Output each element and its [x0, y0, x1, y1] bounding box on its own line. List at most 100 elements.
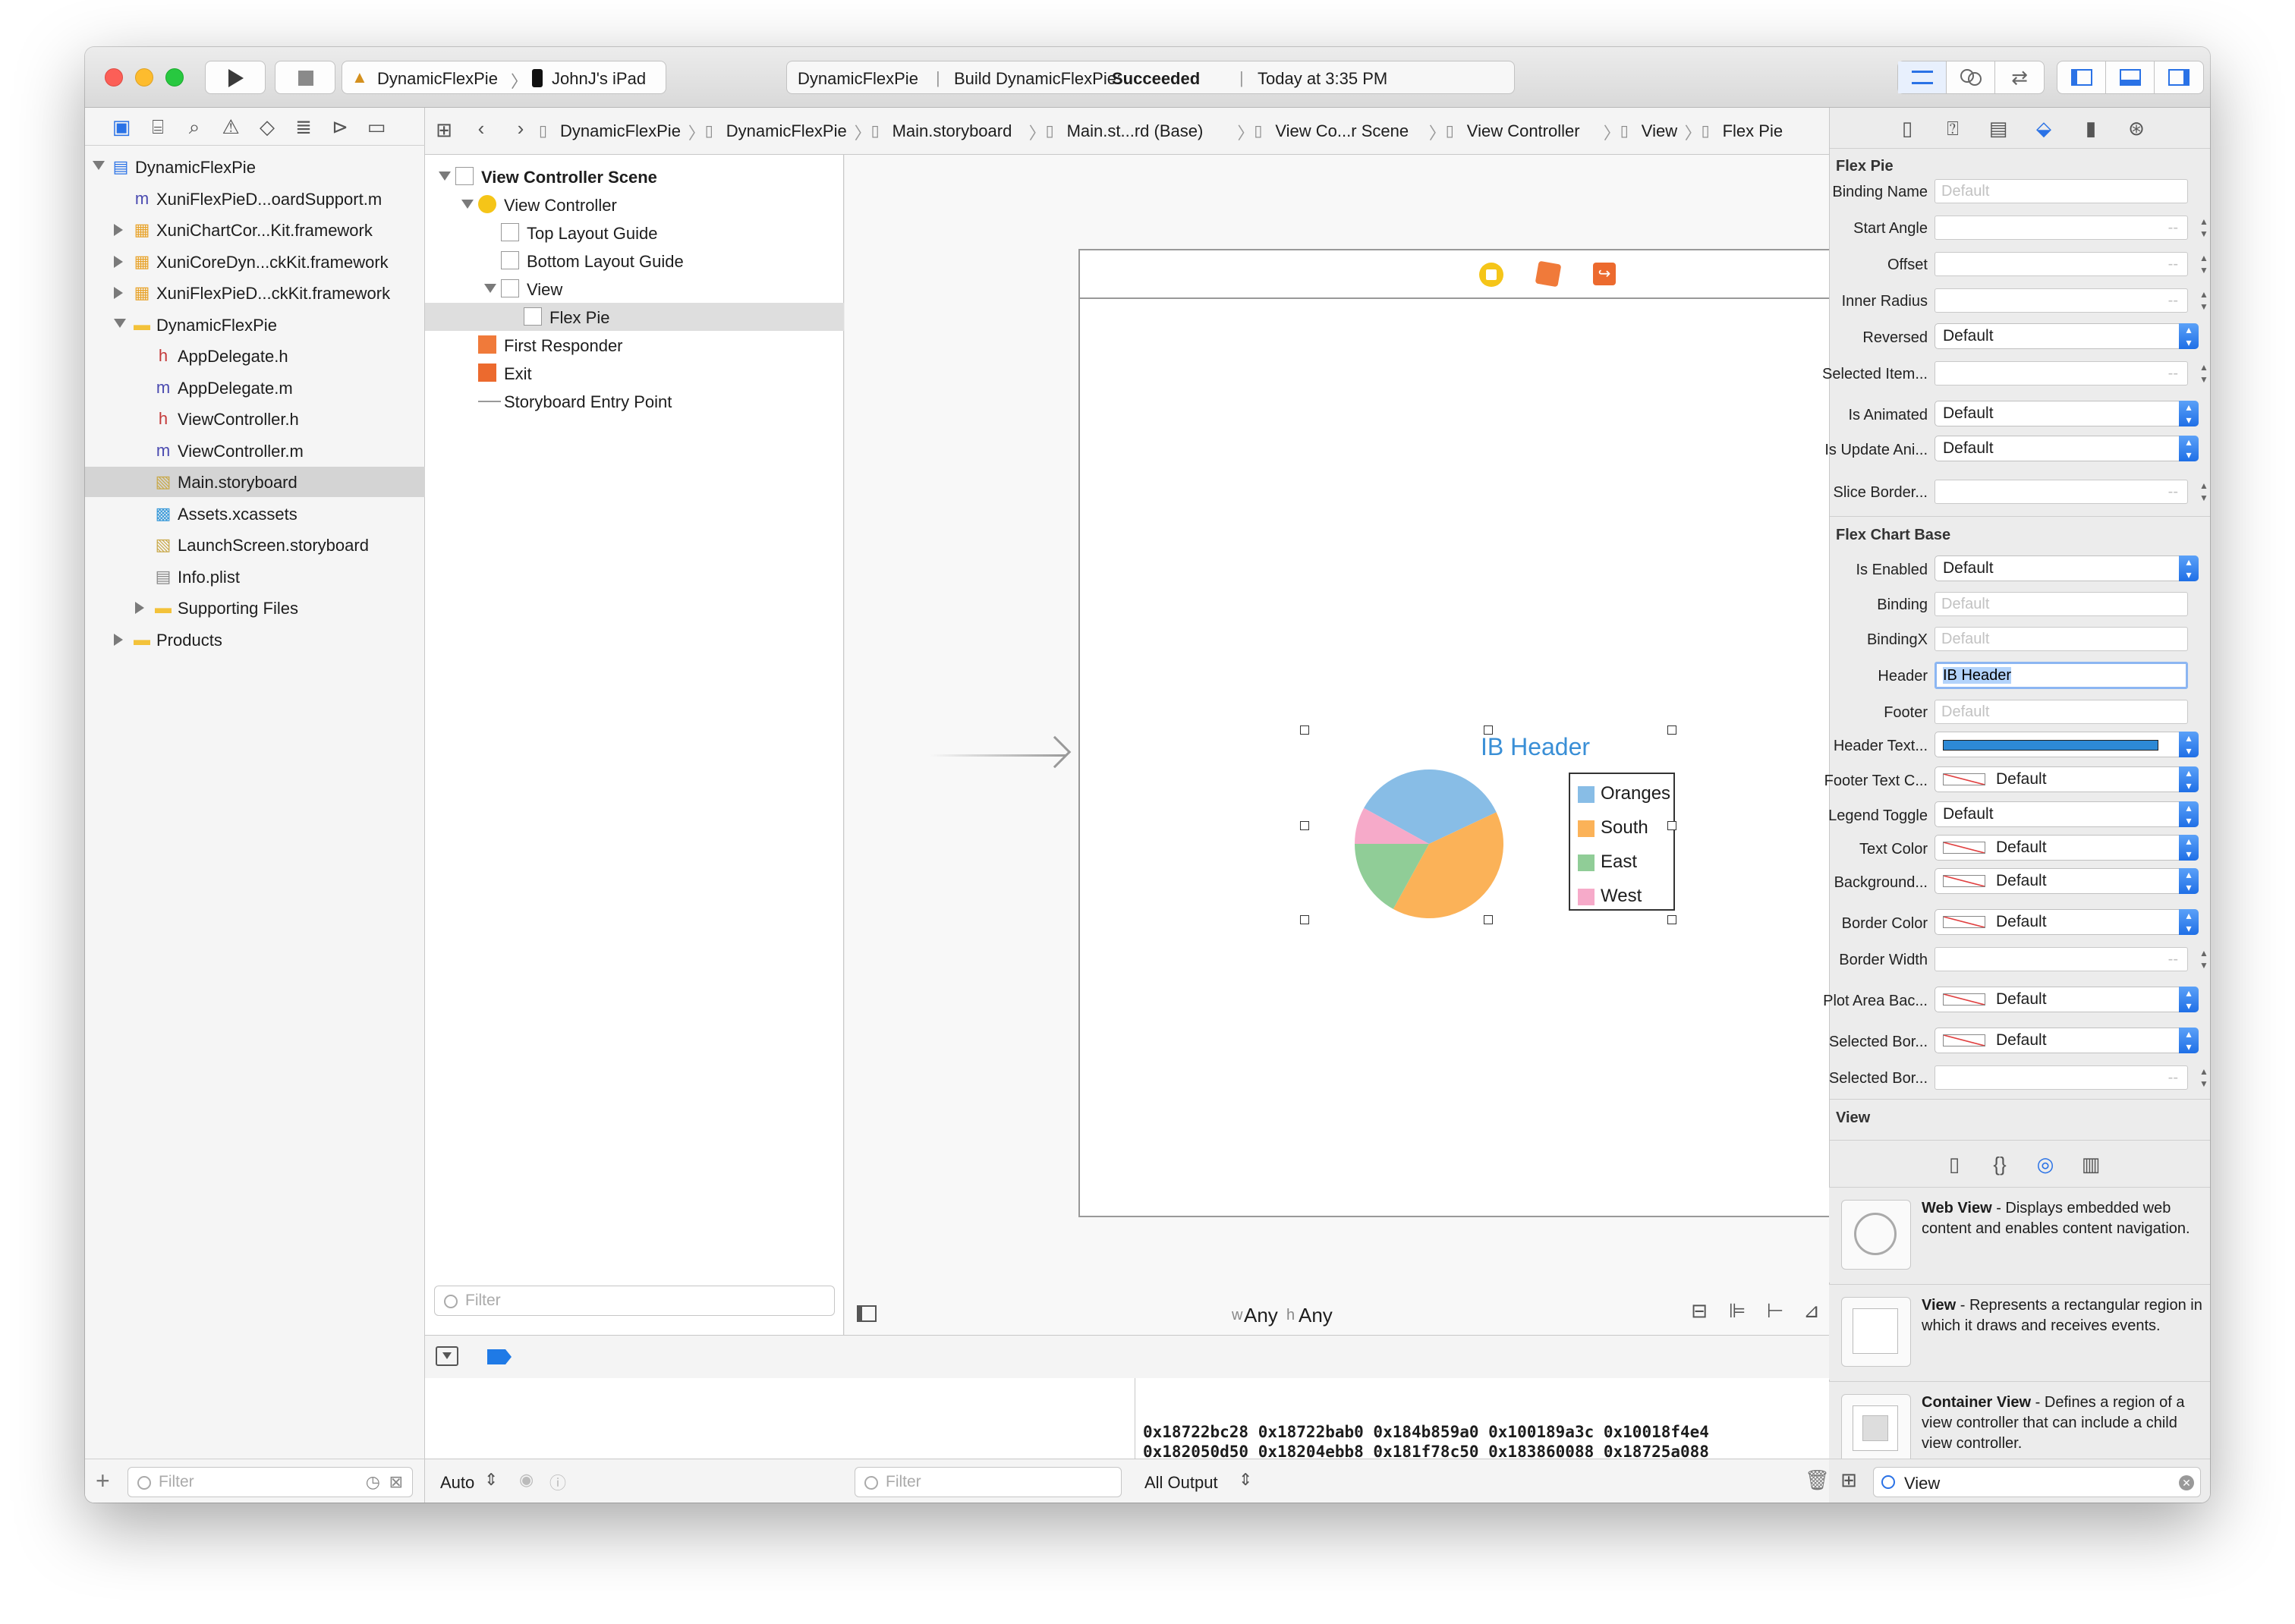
- navigator-item[interactable]: ▬ DynamicFlexPie: [85, 310, 425, 340]
- stop-button[interactable]: [275, 61, 335, 94]
- identity-inspector-icon[interactable]: ▤: [1988, 117, 2009, 140]
- clock-icon[interactable]: ◷: [366, 1468, 380, 1497]
- close-window-button[interactable]: [105, 68, 123, 87]
- help-icon[interactable]: ⍰: [1942, 117, 1963, 141]
- legend-item[interactable]: East: [1575, 848, 1673, 874]
- search-icon[interactable]: ⌕: [184, 115, 205, 140]
- selection-handle[interactable]: [1484, 725, 1493, 735]
- selection-handle[interactable]: [1667, 725, 1676, 735]
- warning-icon[interactable]: ⚠: [220, 115, 241, 139]
- run-button[interactable]: [205, 61, 266, 94]
- slice-border-stepper[interactable]: ▲ ▼: [2199, 480, 2209, 505]
- variables-filter-input[interactable]: Filter: [855, 1467, 1122, 1497]
- border-color-popup[interactable]: Default ▴ ▾: [1935, 909, 2199, 935]
- navigator-item[interactable]: m AppDelegate.m: [85, 373, 425, 403]
- navigator-filter-input[interactable]: Filter ◷ ⊠: [128, 1467, 413, 1497]
- size-inspector-icon[interactable]: ▮: [2080, 117, 2101, 140]
- attributes-inspector-icon[interactable]: ⬙: [2033, 117, 2054, 140]
- hide-debug-icon[interactable]: [436, 1346, 458, 1366]
- align-icon[interactable]: ⊫: [1725, 1299, 1749, 1323]
- breadcrumb-item[interactable]: View Co...r Scene: [1275, 121, 1409, 141]
- navigator-item[interactable]: ▤ DynamicFlexPie: [85, 152, 425, 182]
- outline-item[interactable]: Top Layout Guide: [425, 219, 844, 247]
- offset-field[interactable]: --: [1935, 252, 2188, 276]
- standard-editor-button[interactable]: [1898, 61, 1947, 93]
- navigator-item[interactable]: ▤ Info.plist: [85, 562, 425, 592]
- forward-icon[interactable]: ›: [513, 117, 528, 140]
- navigator-item[interactable]: ▦ XuniFlexPieD...ckKit.framework: [85, 278, 425, 308]
- media-library-icon[interactable]: ▥: [2080, 1153, 2101, 1176]
- legend-item[interactable]: South: [1575, 814, 1673, 840]
- selection-handle[interactable]: [1484, 915, 1493, 924]
- navigator-item[interactable]: ▬ Products: [85, 625, 425, 655]
- breakpoint-icon[interactable]: ⊳: [329, 115, 351, 139]
- binding-field[interactable]: Default: [1935, 592, 2188, 616]
- outline-item[interactable]: First Responder: [425, 331, 844, 359]
- outline-filter-input[interactable]: Filter: [434, 1286, 835, 1316]
- symbol-navigator-icon[interactable]: ⌸: [147, 115, 168, 140]
- debug-navigator-icon[interactable]: ≣: [293, 115, 314, 139]
- output-popup[interactable]: All Output: [1144, 1473, 1218, 1493]
- outline-item[interactable]: Flex Pie: [425, 303, 844, 331]
- navigator-item[interactable]: h ViewController.h: [85, 404, 425, 434]
- navigator-item[interactable]: ▧ Main.storyboard: [85, 467, 425, 497]
- view-controller-icon[interactable]: [1479, 263, 1503, 287]
- folder-icon[interactable]: ▣: [111, 115, 132, 139]
- breadcrumb-item[interactable]: Main.storyboard: [892, 121, 1012, 141]
- eye-icon[interactable]: ◉: [519, 1470, 534, 1490]
- legend-item[interactable]: Oranges: [1575, 780, 1673, 806]
- inner-radius-field[interactable]: --: [1935, 288, 2188, 313]
- back-icon[interactable]: ‹: [474, 117, 489, 140]
- show-outline-icon[interactable]: [857, 1305, 877, 1322]
- breadcrumb-item[interactable]: View: [1642, 121, 1677, 141]
- disclosure-closed-icon[interactable]: [114, 633, 123, 646]
- selected-border-width-field[interactable]: --: [1935, 1065, 2188, 1090]
- legend-item[interactable]: West: [1575, 883, 1673, 908]
- toggle-utilities-button[interactable]: [2155, 61, 2203, 93]
- outline-item[interactable]: Bottom Layout Guide: [425, 247, 844, 275]
- selection-handle[interactable]: [1667, 821, 1676, 830]
- disclosure-closed-icon[interactable]: [114, 255, 123, 268]
- selected-border-color-popup[interactable]: Default ▴ ▾: [1935, 1028, 2199, 1053]
- selected-item-field[interactable]: --: [1935, 361, 2188, 386]
- offset-stepper[interactable]: ▲ ▼: [2199, 252, 2209, 278]
- size-class-width[interactable]: Any: [1244, 1304, 1278, 1327]
- is-enabled-popup[interactable]: Default ▴ ▾: [1935, 555, 2199, 581]
- scheme-selector[interactable]: ▲ DynamicFlexPie 〉 JohnJ's iPad: [342, 61, 666, 94]
- breakpoints-icon[interactable]: [487, 1349, 512, 1364]
- outline-item[interactable]: Storyboard Entry Point: [425, 387, 844, 415]
- is-update-animated-popup[interactable]: Default ▴ ▾: [1935, 436, 2199, 461]
- exit-icon[interactable]: ↪: [1593, 263, 1616, 285]
- border-width-stepper[interactable]: ▲ ▼: [2199, 947, 2209, 973]
- selection-handle[interactable]: [1300, 915, 1309, 924]
- reversed-popup[interactable]: Default ▴ ▾: [1935, 323, 2199, 349]
- resolve-layout-icon[interactable]: ⊿: [1799, 1299, 1824, 1323]
- binding-name-field[interactable]: Default: [1935, 179, 2188, 203]
- clear-icon[interactable]: ✕: [2179, 1475, 2194, 1490]
- disclosure-open-icon[interactable]: [439, 172, 451, 181]
- breadcrumb-item[interactable]: Flex Pie: [1723, 121, 1783, 141]
- inner-radius-stepper[interactable]: ▲ ▼: [2199, 288, 2209, 314]
- library-item[interactable]: Web View - Displays embedded web content…: [1829, 1187, 2210, 1283]
- outline-item[interactable]: View Controller: [425, 190, 844, 219]
- auto-popup[interactable]: Auto: [440, 1473, 474, 1493]
- first-responder-icon[interactable]: [1535, 260, 1562, 288]
- add-icon[interactable]: +: [96, 1467, 110, 1495]
- selected-item-stepper[interactable]: ▲ ▼: [2199, 361, 2209, 387]
- outline-item[interactable]: View: [425, 275, 844, 303]
- navigator-item[interactable]: ▦ XuniChartCor...Kit.framework: [85, 215, 425, 245]
- navigator-item[interactable]: h AppDelegate.h: [85, 341, 425, 371]
- scm-filter-icon[interactable]: ⊠: [389, 1468, 403, 1497]
- binding-x-field[interactable]: Default: [1935, 627, 2188, 651]
- disclosure-open-icon[interactable]: [93, 161, 105, 170]
- disclosure-open-icon[interactable]: [484, 284, 496, 293]
- outline-item[interactable]: View Controller Scene: [425, 162, 844, 190]
- connections-inspector-icon[interactable]: ⊛: [2126, 117, 2147, 140]
- is-animated-popup[interactable]: Default ▴ ▾: [1935, 401, 2199, 426]
- report-icon[interactable]: ▭: [366, 115, 387, 139]
- navigator-item[interactable]: ▩ Assets.xcassets: [85, 499, 425, 529]
- related-items-icon[interactable]: ⊞: [433, 118, 455, 142]
- selection-handle[interactable]: [1300, 725, 1309, 735]
- file-template-icon[interactable]: ▯: [1944, 1153, 1965, 1176]
- disclosure-open-icon[interactable]: [114, 318, 126, 328]
